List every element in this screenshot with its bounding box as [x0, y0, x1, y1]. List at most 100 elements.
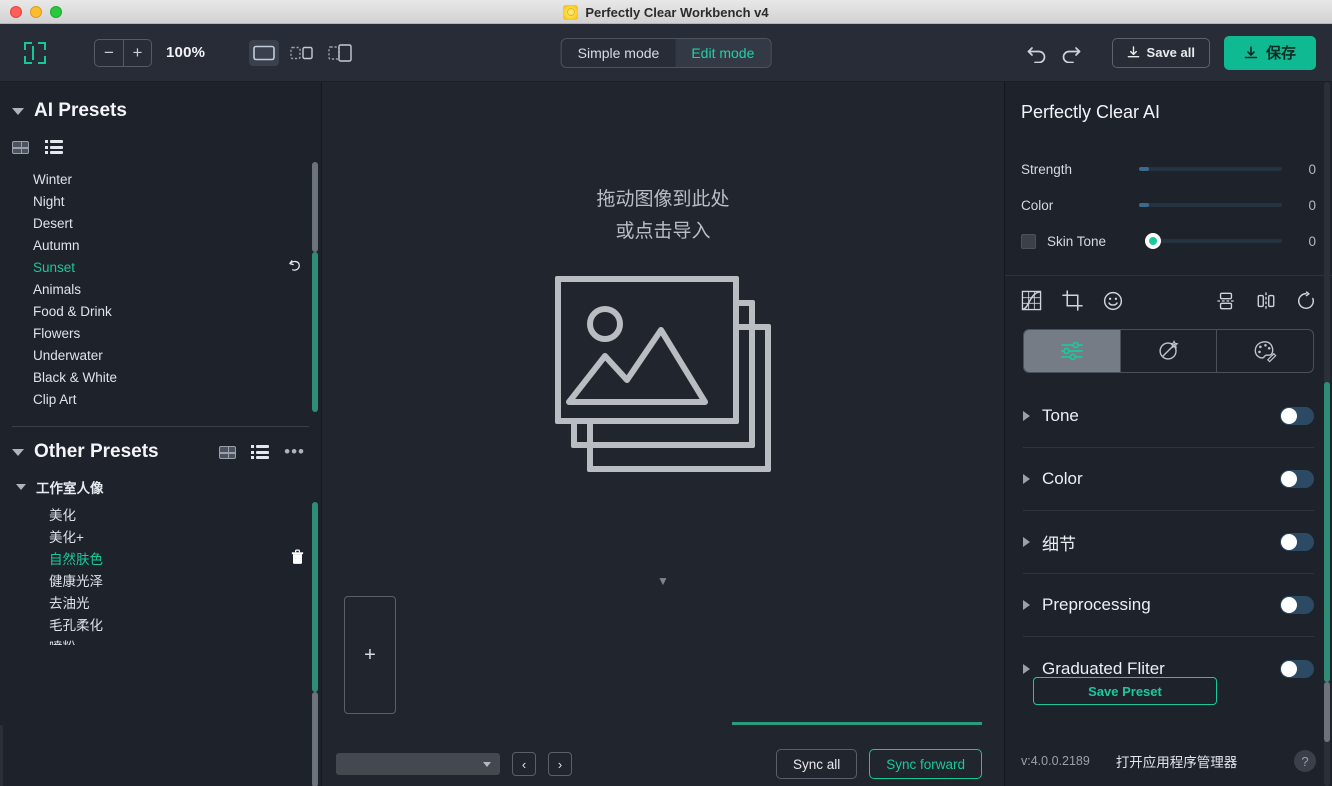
sync-forward-button[interactable]: Sync forward [869, 749, 982, 779]
grid-view-icon[interactable] [219, 445, 237, 459]
image-drop-zone[interactable]: 拖动图像到此处 或点击导入 [322, 82, 1004, 574]
toolbar-right-group: Save all 保存 [1020, 35, 1332, 70]
save-button[interactable]: 保存 [1223, 35, 1316, 70]
slider-knob[interactable] [1145, 233, 1161, 249]
preset-item-healthy-glow[interactable]: 健康光泽 [0, 569, 321, 591]
curves-icon[interactable] [1021, 290, 1042, 311]
flip-vertical-icon[interactable] [1216, 291, 1236, 311]
graduated-filter-toggle[interactable] [1280, 659, 1314, 678]
preset-item-black-and-white[interactable]: Black & White [0, 366, 321, 388]
add-image-button[interactable]: + [344, 596, 396, 714]
preset-item-meihua[interactable]: 美化 [0, 503, 321, 525]
previous-image-button[interactable]: ‹ [512, 752, 536, 776]
chevron-right-icon[interactable] [1023, 663, 1030, 674]
compare-pane-view-button[interactable] [325, 40, 355, 66]
help-icon[interactable]: ? [1294, 750, 1316, 772]
tab-adjustments[interactable] [1024, 330, 1120, 372]
right-panel-scrollbar-thumb-lower[interactable] [1324, 682, 1330, 742]
chevron-right-icon[interactable] [1023, 474, 1030, 484]
color-toggle[interactable] [1280, 470, 1314, 488]
filter-select[interactable] [336, 753, 500, 775]
other-presets-header[interactable]: Other Presets ••• [0, 427, 321, 469]
split-pane-view-button[interactable] [287, 40, 317, 66]
left-panel-scrollbar-track[interactable] [0, 724, 3, 786]
chevron-right-icon[interactable] [1023, 600, 1030, 610]
left-panel-scrollbar-thumb-upper[interactable] [312, 162, 318, 252]
list-view-icon[interactable] [251, 445, 270, 459]
sync-all-button[interactable]: Sync all [775, 749, 858, 779]
more-options-icon[interactable]: ••• [284, 443, 305, 460]
skin-tone-checkbox[interactable] [1021, 233, 1036, 249]
preset-group-studio-portrait[interactable]: 工作室人像 [0, 469, 321, 503]
zoom-out-button[interactable]: − [94, 38, 123, 67]
compare-pane-icon [328, 43, 352, 62]
preset-item-desert[interactable]: Desert [0, 212, 321, 234]
section-graduated-filter[interactable]: Graduated Fliter Save Preset [1023, 637, 1314, 705]
preset-label: 自然肤色 [49, 552, 103, 567]
preset-item-winter[interactable]: Winter [0, 168, 321, 190]
preset-item-powder[interactable]: 喷粉 [0, 635, 321, 645]
preset-item-animals[interactable]: Animals [0, 278, 321, 300]
tab-palette[interactable] [1216, 330, 1313, 372]
chevron-right-icon[interactable] [1023, 537, 1030, 547]
preset-item-natural-skin[interactable]: 自然肤色 [0, 547, 321, 569]
single-pane-view-button[interactable] [249, 39, 280, 66]
preset-item-deshine[interactable]: 去油光 [0, 591, 321, 613]
preset-item-flowers[interactable]: Flowers [0, 322, 321, 344]
color-slider[interactable] [1139, 203, 1282, 207]
strength-slider[interactable] [1139, 167, 1282, 171]
rotate-icon[interactable] [1296, 290, 1316, 311]
download-icon [1244, 45, 1258, 58]
open-app-manager-link[interactable]: 打开应用程序管理器 [1116, 751, 1238, 771]
preset-item-pore-soften[interactable]: 毛孔柔化 [0, 613, 321, 635]
grid-view-icon[interactable] [12, 140, 29, 154]
preset-item-clip-art[interactable]: Clip Art [0, 388, 321, 410]
undo-button[interactable] [1020, 36, 1054, 70]
preset-label: Sunset [33, 259, 76, 275]
preset-item-autumn[interactable]: Autumn [0, 234, 321, 256]
preset-item-underwater[interactable]: Underwater [0, 344, 321, 366]
section-tone[interactable]: Tone [1023, 385, 1314, 448]
preprocessing-toggle[interactable] [1280, 596, 1314, 614]
face-icon[interactable] [1103, 291, 1123, 311]
chevron-down-icon[interactable] [16, 484, 26, 490]
collapse-filmstrip-button[interactable]: ▼ [322, 574, 1004, 592]
zoom-in-button[interactable]: + [123, 38, 152, 67]
section-color[interactable]: Color [1023, 448, 1314, 511]
other-presets-scrollbar-thumb-lower[interactable] [312, 692, 318, 786]
left-panel-scrollbar-thumb[interactable] [312, 252, 318, 412]
right-panel-tabs [1023, 329, 1314, 373]
preset-label: Black & White [33, 369, 118, 385]
chevron-down-icon[interactable] [12, 448, 24, 456]
tone-toggle[interactable] [1280, 407, 1314, 425]
preset-item-night[interactable]: Night [0, 190, 321, 212]
preset-item-meihua-plus[interactable]: 美化+ [0, 525, 321, 547]
crop-icon[interactable] [1062, 290, 1083, 311]
save-preset-button[interactable]: Save Preset [1033, 677, 1217, 705]
simple-mode-button[interactable]: Simple mode [562, 39, 676, 67]
slider-value: 0 [1308, 233, 1316, 249]
redo-button[interactable] [1054, 36, 1088, 70]
section-preprocessing[interactable]: Preprocessing [1023, 574, 1314, 637]
skin-tone-slider[interactable] [1145, 233, 1282, 249]
list-view-icon[interactable] [45, 140, 63, 154]
image-frame-front [555, 276, 739, 424]
preset-item-sunset[interactable]: Sunset [0, 256, 321, 278]
preset-label: Winter [33, 171, 73, 187]
tab-retouch[interactable] [1119, 330, 1217, 372]
right-panel-scrollbar-thumb[interactable] [1324, 382, 1330, 682]
revert-icon[interactable] [288, 258, 303, 277]
detail-toggle[interactable] [1280, 533, 1314, 551]
next-image-button[interactable]: › [548, 752, 572, 776]
ai-presets-header[interactable]: AI Presets [0, 82, 321, 132]
other-presets-scrollbar-thumb[interactable] [312, 502, 318, 692]
trash-icon[interactable] [290, 548, 305, 568]
preset-label: 美化+ [49, 530, 84, 545]
section-detail[interactable]: 细节 [1023, 511, 1314, 574]
chevron-down-icon[interactable] [12, 107, 24, 115]
chevron-right-icon[interactable] [1023, 411, 1030, 421]
edit-mode-button[interactable]: Edit mode [675, 38, 771, 67]
save-all-button[interactable]: Save all [1111, 37, 1210, 68]
preset-item-food-and-drink[interactable]: Food & Drink [0, 300, 321, 322]
flip-horizontal-icon[interactable] [1256, 291, 1276, 311]
